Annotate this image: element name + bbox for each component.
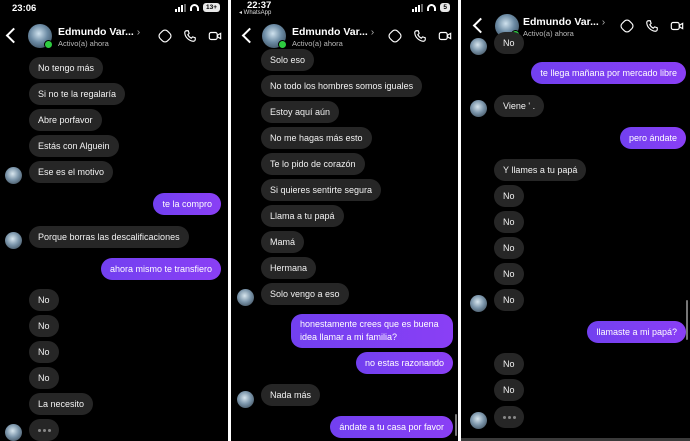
message-outgoing[interactable]: ándate a tu casa por favor <box>330 416 453 438</box>
chevron-right-icon: › <box>601 16 606 28</box>
message-incoming[interactable]: No <box>494 379 524 401</box>
sender-avatar[interactable] <box>5 167 22 184</box>
back-icon[interactable] <box>5 27 22 44</box>
scrollbar[interactable] <box>686 300 688 340</box>
message-incoming[interactable]: No <box>494 185 524 207</box>
message-incoming[interactable]: Te lo pido de corazón <box>261 153 365 175</box>
video-icon[interactable] <box>208 29 222 43</box>
signal-icon <box>174 3 186 12</box>
phone-icon[interactable] <box>413 29 427 43</box>
back-icon[interactable] <box>241 27 258 44</box>
message-incoming[interactable]: No <box>494 263 524 285</box>
avatar[interactable] <box>262 24 287 49</box>
contact-name[interactable]: Edmundo Var... › <box>58 26 140 38</box>
message-outgoing[interactable]: llamaste a mi papá? <box>587 321 686 343</box>
contact-status: Activo(a) ahora <box>523 29 574 38</box>
message-incoming[interactable]: Porque borras las descalificaciones <box>29 226 189 248</box>
typing-indicator <box>29 419 59 441</box>
message-outgoing[interactable]: honestamente crees que es buena idea lla… <box>291 314 453 348</box>
message-incoming[interactable]: Estoy aquí aún <box>261 101 340 123</box>
chat-panel-3: Edmundo Var... › Activo(a) ahora No te l… <box>461 0 690 441</box>
message-incoming[interactable]: No <box>494 353 524 375</box>
scrollbar[interactable] <box>455 414 457 436</box>
chat-panel-2: 22:37 ◂ WhatsApp 5 Edmundo Var... › Acti… <box>231 0 458 441</box>
message-incoming[interactable]: No tengo más <box>29 57 104 79</box>
header-actions <box>388 29 452 43</box>
contact-status: Activo(a) ahora <box>58 39 109 48</box>
contact-status: Activo(a) ahora <box>292 39 343 48</box>
message-incoming[interactable]: No <box>494 211 524 233</box>
status-bar: 22:37 ◂ WhatsApp 5 <box>231 0 458 16</box>
message-outgoing[interactable]: pero ándate <box>619 127 686 149</box>
message-outgoing[interactable]: te llega mañana por mercado libre <box>531 62 686 84</box>
message-incoming[interactable]: Nada más <box>261 384 321 406</box>
message-incoming[interactable]: La necesito <box>29 393 94 415</box>
message-incoming[interactable]: Viene ' . <box>494 95 545 117</box>
message-incoming[interactable]: No <box>494 32 524 54</box>
chevron-right-icon: › <box>136 26 141 38</box>
message-incoming[interactable]: Mamá <box>261 231 305 253</box>
sender-avatar[interactable] <box>237 391 254 408</box>
header-actions <box>620 19 684 33</box>
message-incoming[interactable]: Si no te la regalaría <box>29 83 126 105</box>
message-incoming[interactable]: Hermana <box>261 257 317 279</box>
sender-avatar[interactable] <box>470 295 487 312</box>
message-incoming[interactable]: Solo vengo a eso <box>261 283 349 305</box>
sticker-icon[interactable] <box>388 29 402 43</box>
sender-avatar[interactable] <box>5 232 22 249</box>
chat-header: Edmundo Var... › Activo(a) ahora <box>231 14 458 56</box>
message-incoming[interactable]: No <box>29 341 59 363</box>
battery-icon: 13+ <box>202 3 220 12</box>
online-indicator <box>44 40 53 49</box>
sticker-icon[interactable] <box>158 29 172 43</box>
message-incoming[interactable]: No <box>29 289 59 311</box>
video-icon[interactable] <box>438 29 452 43</box>
header-actions <box>158 29 222 43</box>
status-icons: 13+ <box>174 3 220 12</box>
sender-avatar[interactable] <box>470 38 487 55</box>
video-icon[interactable] <box>670 19 684 33</box>
typing-indicator <box>494 406 524 428</box>
sticker-icon[interactable] <box>620 19 634 33</box>
contact-name[interactable]: Edmundo Var... › <box>523 16 605 28</box>
chevron-right-icon: › <box>370 26 375 38</box>
message-outgoing[interactable]: no estas razonando <box>355 352 453 374</box>
signal-icon <box>412 3 424 12</box>
message-incoming[interactable]: No todo los hombres somos iguales <box>261 75 423 97</box>
avatar[interactable] <box>28 24 53 49</box>
message-incoming[interactable]: Llama a tu papá <box>261 205 344 227</box>
phone-icon[interactable] <box>645 19 659 33</box>
sender-avatar[interactable] <box>470 100 487 117</box>
message-incoming[interactable]: Ese es el motivo <box>29 161 114 183</box>
message-outgoing[interactable]: te la compro <box>153 193 221 215</box>
battery-icon: 5 <box>440 3 450 12</box>
wifi-icon <box>189 4 199 11</box>
sender-avatar[interactable] <box>5 424 22 441</box>
status-time: 23:06 <box>12 3 37 14</box>
message-incoming[interactable]: No <box>29 367 59 389</box>
online-indicator <box>278 40 287 49</box>
sender-avatar[interactable] <box>470 412 487 429</box>
message-incoming[interactable]: Solo eso <box>261 49 315 71</box>
message-incoming[interactable]: No me hagas más esto <box>261 127 372 149</box>
chat-panel-1: 23:06 13+ Edmundo Var... › Activo(a) aho… <box>0 0 228 441</box>
status-bar: 23:06 13+ <box>0 0 228 14</box>
message-outgoing[interactable]: ahora mismo te transfiero <box>100 258 221 280</box>
phone-icon[interactable] <box>183 29 197 43</box>
wifi-icon <box>427 4 437 11</box>
sender-avatar[interactable] <box>237 289 254 306</box>
back-icon[interactable] <box>472 17 489 34</box>
message-incoming[interactable]: Si quieres sentirte segura <box>261 179 382 201</box>
message-incoming[interactable]: No <box>29 315 59 337</box>
message-incoming[interactable]: Abre porfavor <box>29 109 102 131</box>
status-icons: 5 <box>412 3 450 12</box>
message-incoming[interactable]: No <box>494 237 524 259</box>
chat-header: Edmundo Var... › Activo(a) ahora <box>0 14 228 56</box>
contact-name[interactable]: Edmundo Var... › <box>292 26 374 38</box>
message-incoming[interactable]: Y llames a tu papá <box>494 159 587 181</box>
message-incoming[interactable]: Estás con Alguein <box>29 135 119 157</box>
message-incoming[interactable]: No <box>494 289 524 311</box>
